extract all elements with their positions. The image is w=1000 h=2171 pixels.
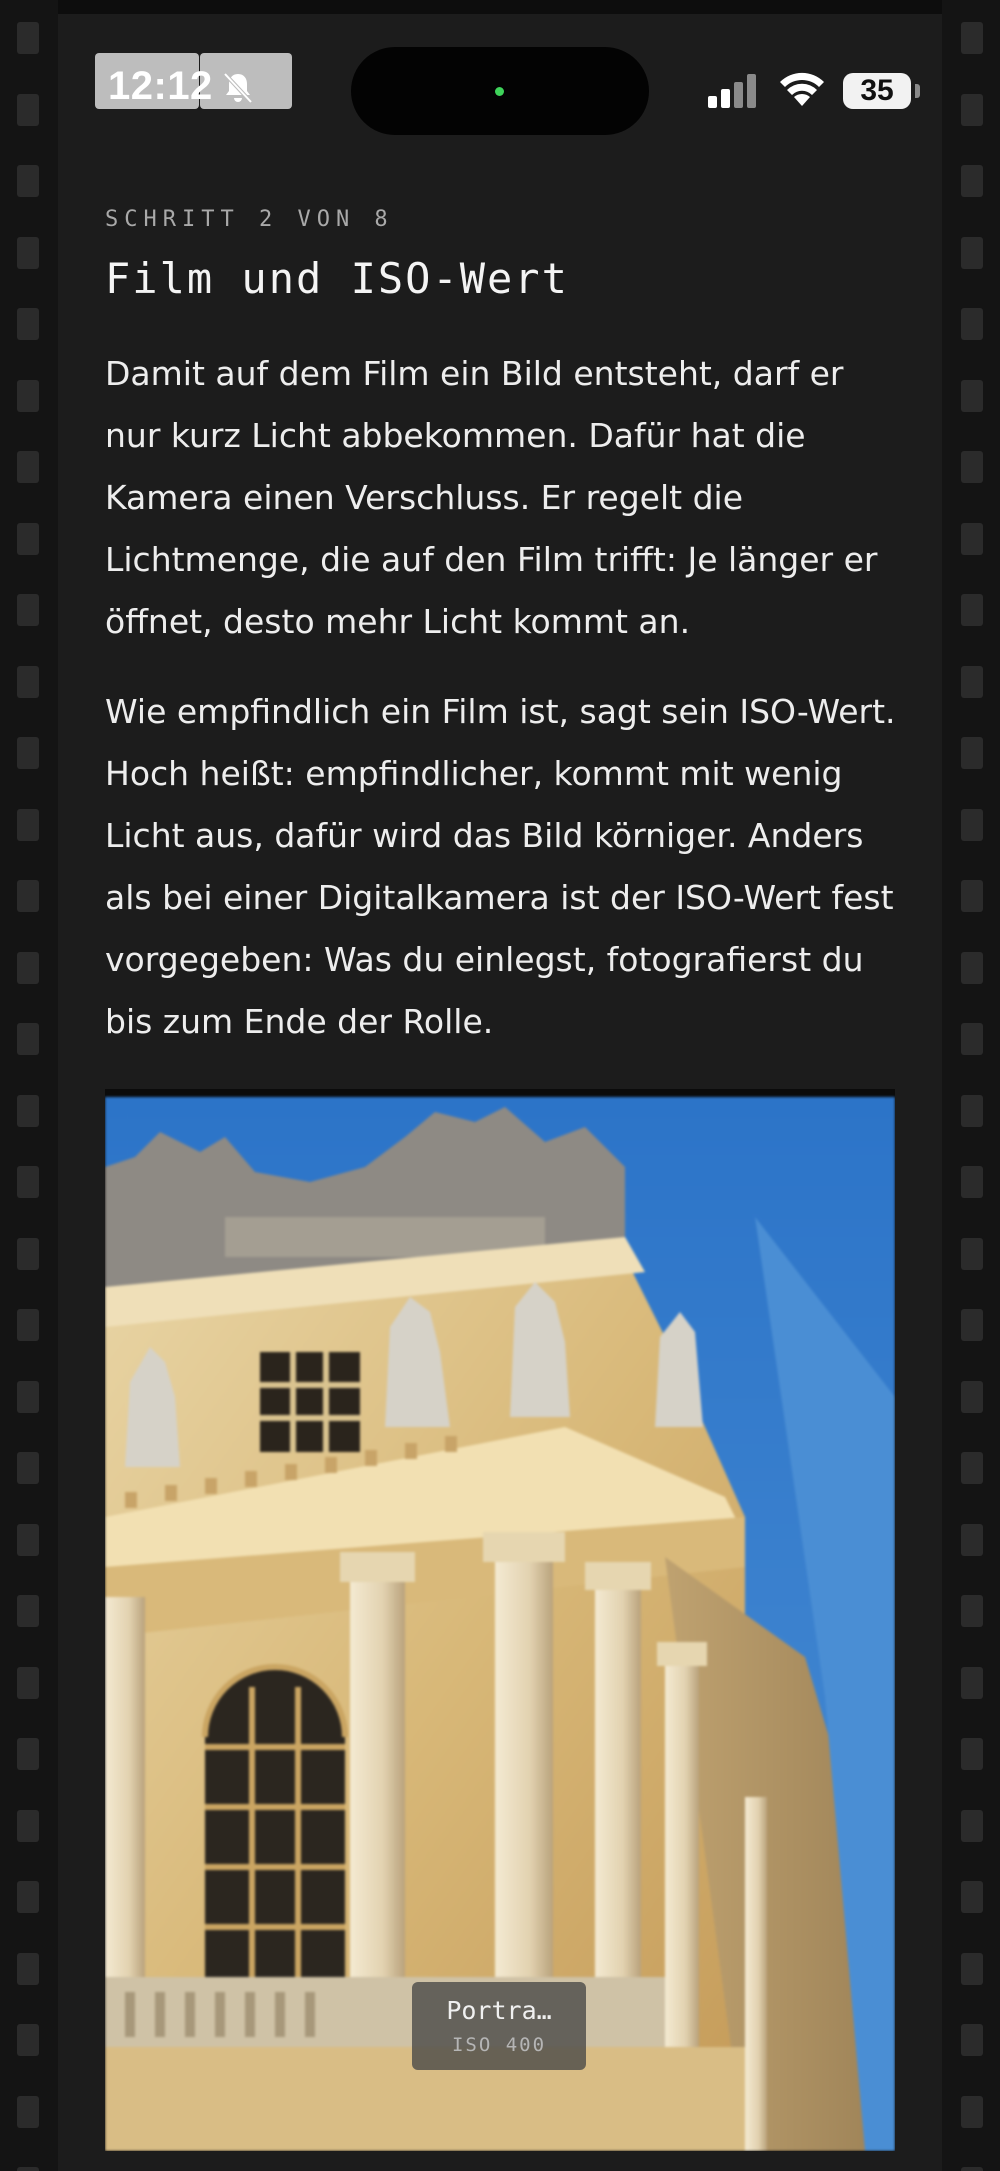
sprocket-hole: [961, 1953, 983, 1985]
page-title: Film und ISO-Wert: [105, 254, 569, 303]
sprocket-hole: [961, 1524, 983, 1556]
sprocket-hole: [961, 523, 983, 555]
film-strip-right-rail: [942, 0, 1000, 2171]
status-time: 12:12: [108, 64, 213, 108]
sprocket-hole: [17, 2024, 39, 2056]
sprocket-hole: [961, 737, 983, 769]
sprocket-hole: [961, 809, 983, 841]
sprocket-hole: [17, 237, 39, 269]
sprocket-hole: [961, 1810, 983, 1842]
sprocket-hole: [17, 1738, 39, 1770]
sprocket-hole: [961, 1381, 983, 1413]
sprocket-hole: [17, 451, 39, 483]
body-paragraph-1: Damit auf dem Film ein Bild entsteht, da…: [105, 354, 878, 641]
sprocket-hole: [17, 1595, 39, 1627]
sprocket-hole: [961, 594, 983, 626]
sprocket-hole: [961, 308, 983, 340]
sprocket-hole: [961, 1095, 983, 1127]
sprocket-hole: [17, 952, 39, 984]
panel-top-edge: [58, 0, 942, 14]
sprocket-hole: [17, 1095, 39, 1127]
sprocket-hole: [961, 237, 983, 269]
sprocket-hole: [17, 737, 39, 769]
body-paragraph-2: Wie empfindlich ein Film ist, sagt sein …: [105, 692, 896, 1041]
sprocket-hole: [17, 523, 39, 555]
sprocket-hole: [961, 1309, 983, 1341]
film-lesson-screen: 12:12 35 SCHRITT 2 VON 8 Film und ISO-We…: [0, 0, 1000, 2171]
sprocket-hole: [17, 1166, 39, 1198]
sprocket-hole: [17, 1023, 39, 1055]
battery-level: 35: [860, 74, 894, 107]
sprocket-hole: [961, 1738, 983, 1770]
film-stock-name: Portra…: [446, 1996, 552, 2025]
sprocket-hole: [17, 1881, 39, 1913]
film-stock-iso: ISO 400: [451, 2034, 547, 2056]
sprocket-hole: [17, 308, 39, 340]
sprocket-hole: [961, 666, 983, 698]
step-indicator: SCHRITT 2 VON 8: [105, 207, 394, 232]
sprocket-hole: [17, 2167, 39, 2171]
sprocket-hole: [17, 880, 39, 912]
lesson-panel: 12:12 35 SCHRITT 2 VON 8 Film und ISO-We…: [58, 0, 942, 2171]
bell-slash-icon: [223, 72, 253, 104]
cellular-signal-icon: [708, 74, 756, 108]
sprocket-hole: [961, 165, 983, 197]
sprocket-hole: [17, 594, 39, 626]
sprocket-hole: [961, 1238, 983, 1270]
wifi-icon: [780, 72, 824, 106]
sprocket-hole: [961, 2167, 983, 2171]
sprocket-hole: [961, 880, 983, 912]
film-strip-left-rail: [0, 0, 58, 2171]
sprocket-hole: [17, 2096, 39, 2128]
sprocket-hole: [17, 165, 39, 197]
sprocket-hole: [961, 94, 983, 126]
sprocket-hole: [17, 1238, 39, 1270]
sprocket-hole: [961, 1881, 983, 1913]
sprocket-hole: [17, 1524, 39, 1556]
camera-indicator-dot: [495, 87, 504, 96]
sprocket-hole: [961, 1166, 983, 1198]
sprocket-hole: [961, 2096, 983, 2128]
sprocket-hole: [961, 451, 983, 483]
sprocket-hole: [17, 94, 39, 126]
sprocket-hole: [961, 380, 983, 412]
sprocket-hole: [17, 809, 39, 841]
sprocket-hole: [17, 1381, 39, 1413]
sprocket-hole: [961, 2024, 983, 2056]
sprocket-hole: [17, 380, 39, 412]
sprocket-hole: [17, 1667, 39, 1699]
sprocket-hole: [961, 1023, 983, 1055]
sprocket-hole: [17, 1810, 39, 1842]
sprocket-hole: [17, 22, 39, 54]
sprocket-hole: [17, 1452, 39, 1484]
sprocket-hole: [17, 1309, 39, 1341]
sprocket-hole: [961, 1595, 983, 1627]
sprocket-hole: [961, 22, 983, 54]
sprocket-hole: [961, 1667, 983, 1699]
sprocket-hole: [961, 1452, 983, 1484]
sprocket-hole: [961, 952, 983, 984]
film-stock-caption: Portra… ISO 400: [412, 1982, 586, 2070]
sprocket-hole: [17, 666, 39, 698]
battery-cap: [915, 84, 920, 98]
sprocket-hole: [17, 1953, 39, 1985]
